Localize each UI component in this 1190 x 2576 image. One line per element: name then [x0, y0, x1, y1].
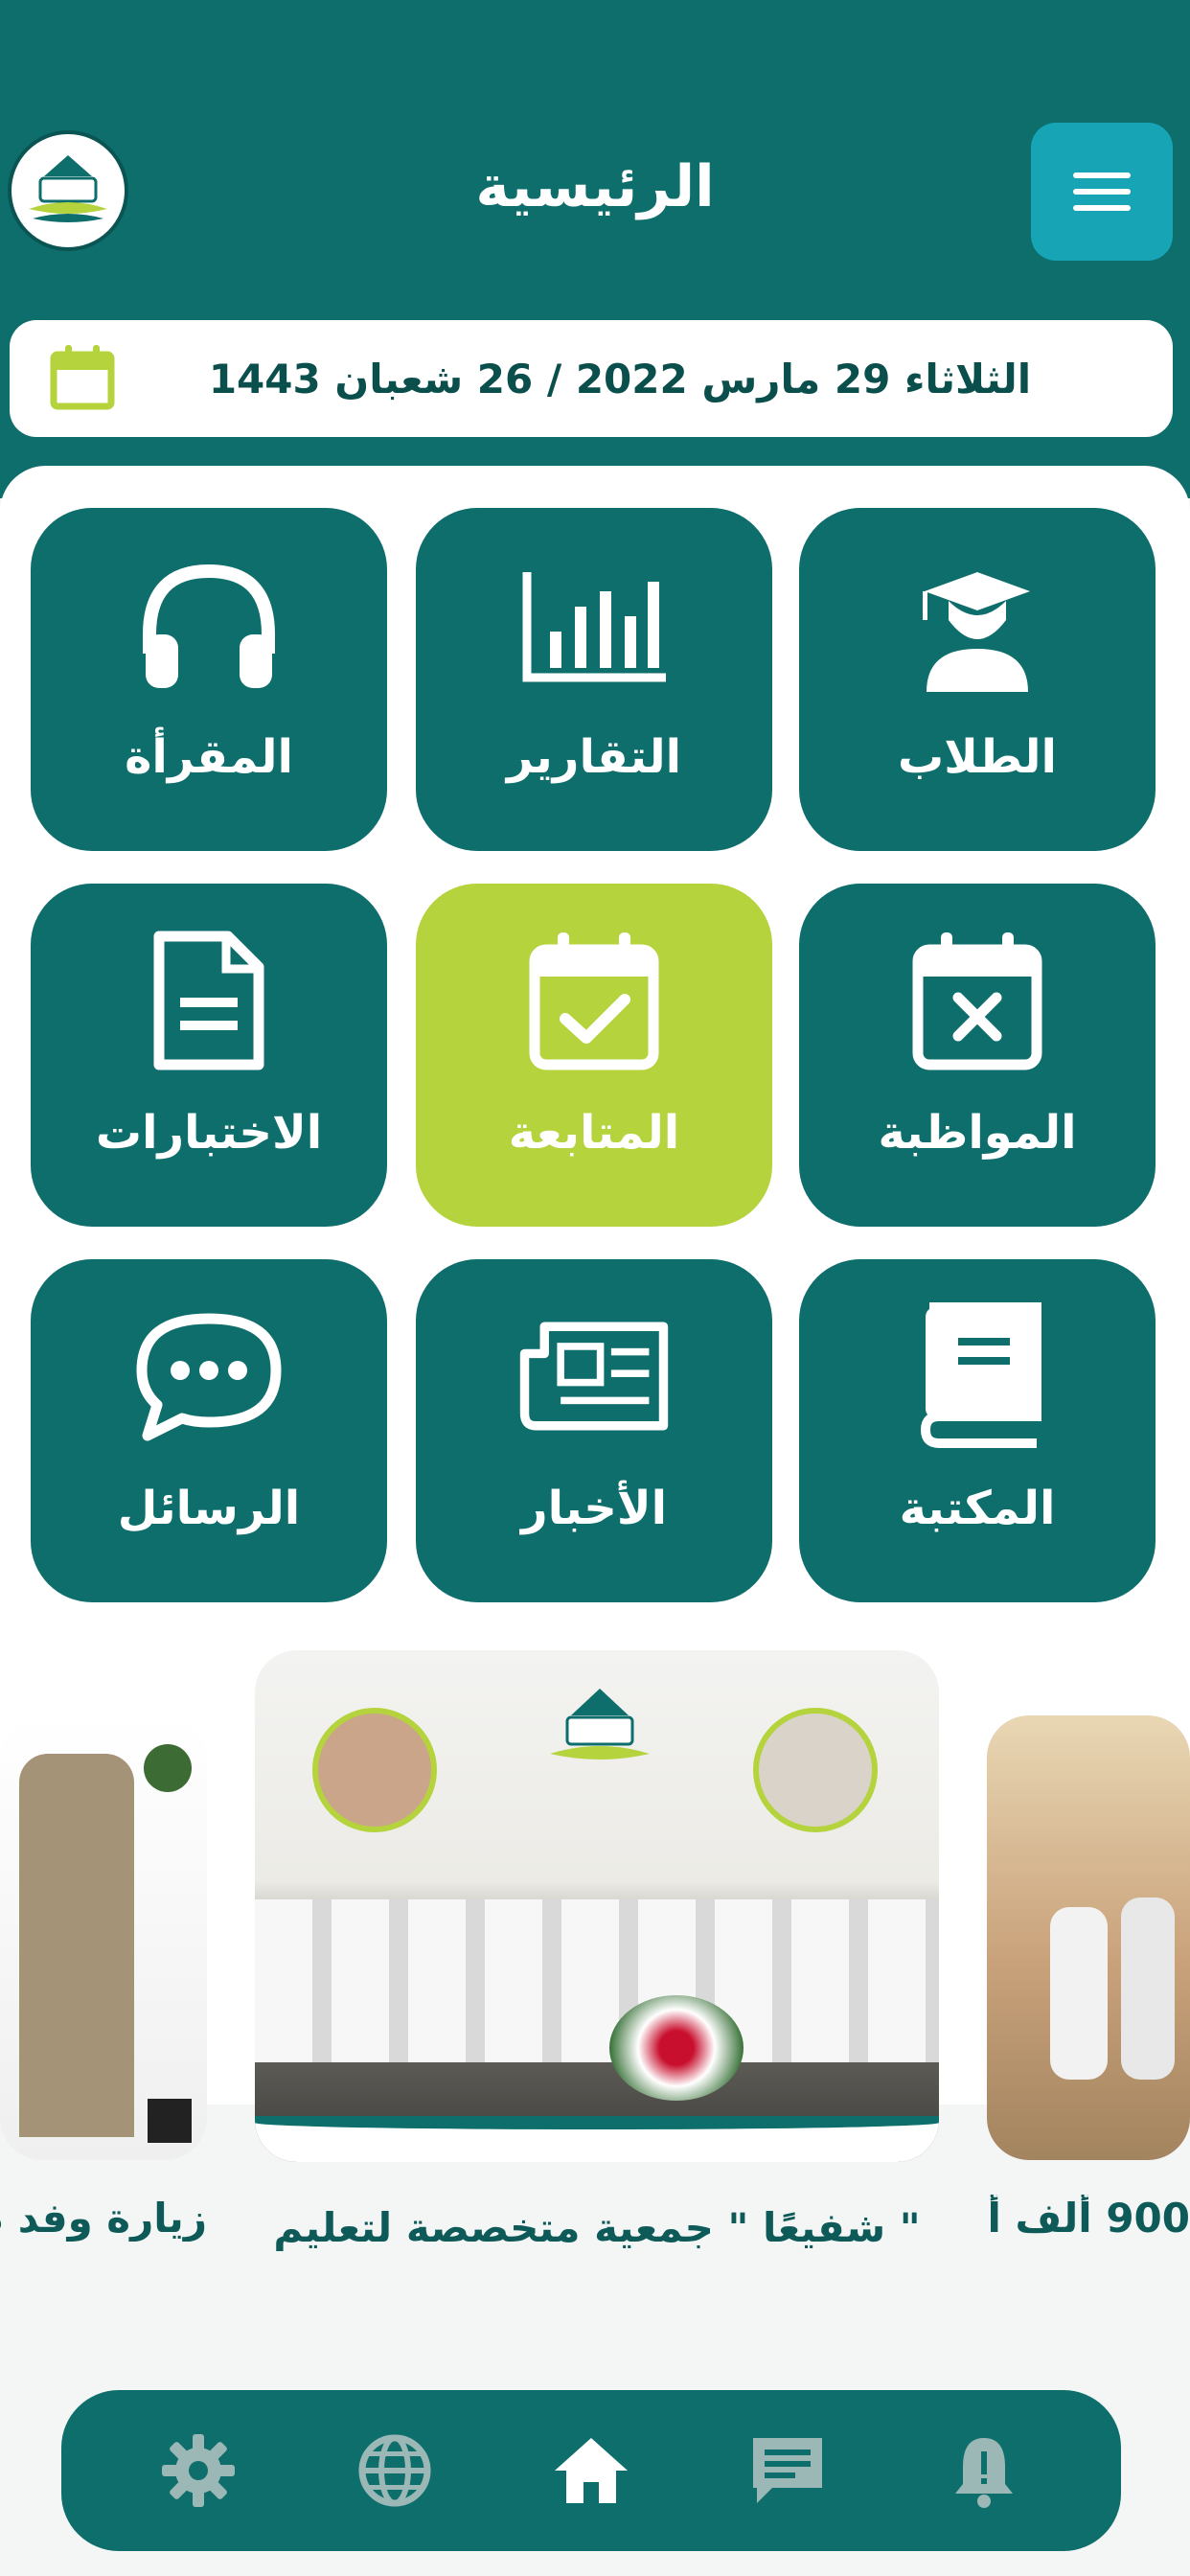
tile-label: المواظبة — [878, 1106, 1077, 1160]
news-image-person — [19, 1754, 134, 2137]
tile-label: الطلاب — [898, 730, 1057, 784]
tile-students[interactable]: الطلاب — [799, 508, 1156, 851]
book-icon — [901, 1300, 1054, 1453]
news-image-qr-code — [148, 2099, 192, 2143]
news-card-left[interactable] — [0, 1715, 207, 2160]
message-icon — [753, 2438, 823, 2503]
nav-messages[interactable] — [735, 2418, 840, 2523]
newspaper-icon — [517, 1300, 671, 1453]
settings-gear-icon — [161, 2434, 235, 2507]
page-title: الرئيسية — [475, 153, 715, 220]
menu-button[interactable] — [1031, 123, 1173, 261]
hamburger-menu-icon — [1073, 172, 1131, 211]
tile-followup[interactable]: المتابعة — [416, 884, 772, 1227]
nav-settings[interactable] — [146, 2418, 251, 2523]
tile-messages[interactable]: الرسائل — [31, 1259, 387, 1602]
calendar-icon — [50, 345, 115, 410]
globe-icon — [358, 2434, 431, 2507]
tile-label: المقرأة — [125, 730, 293, 784]
news-image-person — [1050, 1907, 1108, 2080]
news-card-featured[interactable] — [255, 1650, 939, 2162]
news-image-person — [1121, 1898, 1175, 2080]
news-card-right[interactable] — [987, 1715, 1190, 2160]
bottom-navigation — [61, 2390, 1121, 2551]
document-icon — [132, 924, 286, 1077]
tile-exams[interactable]: الاختبارات — [31, 884, 387, 1227]
tile-label: الاختبارات — [95, 1106, 323, 1160]
nav-home[interactable] — [538, 2418, 644, 2523]
news-caption-left: زيارة وفد م — [0, 2195, 207, 2242]
logo-emblem-icon — [29, 155, 107, 222]
charity-logo-icon — [542, 1679, 657, 1784]
tile-label: الرسائل — [117, 1482, 301, 1535]
calendar-x-icon — [901, 924, 1054, 1077]
app-logo — [8, 130, 128, 251]
nav-notifications[interactable] — [931, 2418, 1037, 2523]
bar-chart-icon — [517, 548, 671, 702]
student-graduate-icon — [901, 548, 1054, 702]
tile-library[interactable]: المكتبة — [799, 1259, 1156, 1602]
tile-reports[interactable]: التقارير — [416, 508, 772, 851]
news-image-logo — [144, 1744, 192, 1792]
tile-attendance[interactable]: المواظبة — [799, 884, 1156, 1227]
tile-label: الأخبار — [520, 1482, 668, 1535]
nav-website[interactable] — [342, 2418, 447, 2523]
headphones-icon — [132, 548, 286, 702]
tile-recitation[interactable]: المقرأة — [31, 508, 387, 851]
news-image-flowers — [609, 1995, 744, 2101]
tile-label: المتابعة — [508, 1106, 680, 1160]
tile-news[interactable]: الأخبار — [416, 1259, 772, 1602]
news-image-circle-left — [312, 1708, 437, 1832]
tile-label: المكتبة — [899, 1482, 1056, 1535]
news-caption-featured: " شفيعًا " جمعية متخصصة لتعليم — [273, 2204, 921, 2251]
tile-label: التقارير — [506, 730, 682, 784]
news-image-people — [255, 1899, 939, 2062]
news-caption-right: 900 ألف أص — [987, 2195, 1190, 2242]
home-icon — [555, 2438, 629, 2503]
chat-bubble-icon — [132, 1300, 286, 1453]
news-image-circle-right — [753, 1708, 878, 1832]
date-text: الثلاثاء 29 مارس 2022 / 26 شعبان 1443 — [208, 355, 1032, 402]
bell-alert-icon — [955, 2438, 1014, 2508]
calendar-check-icon — [517, 924, 671, 1077]
news-image-footer — [255, 2116, 939, 2162]
date-bar: الثلاثاء 29 مارس 2022 / 26 شعبان 1443 — [10, 320, 1173, 437]
